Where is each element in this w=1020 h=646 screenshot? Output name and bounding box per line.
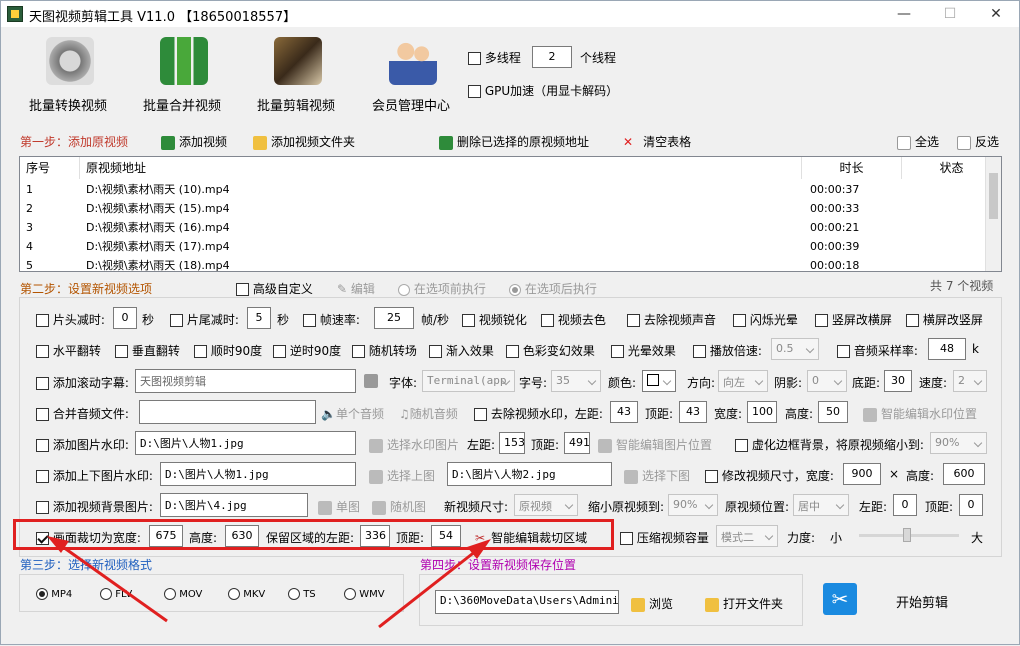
main-window: 天图视频剪辑工具 V11.0 【18650018557】 — ☐ ✕ 批量转换视… (0, 0, 1020, 645)
arrow-right-line (378, 545, 482, 629)
arrow-left-line (55, 540, 168, 623)
annotation-arrows (47, 536, 491, 629)
